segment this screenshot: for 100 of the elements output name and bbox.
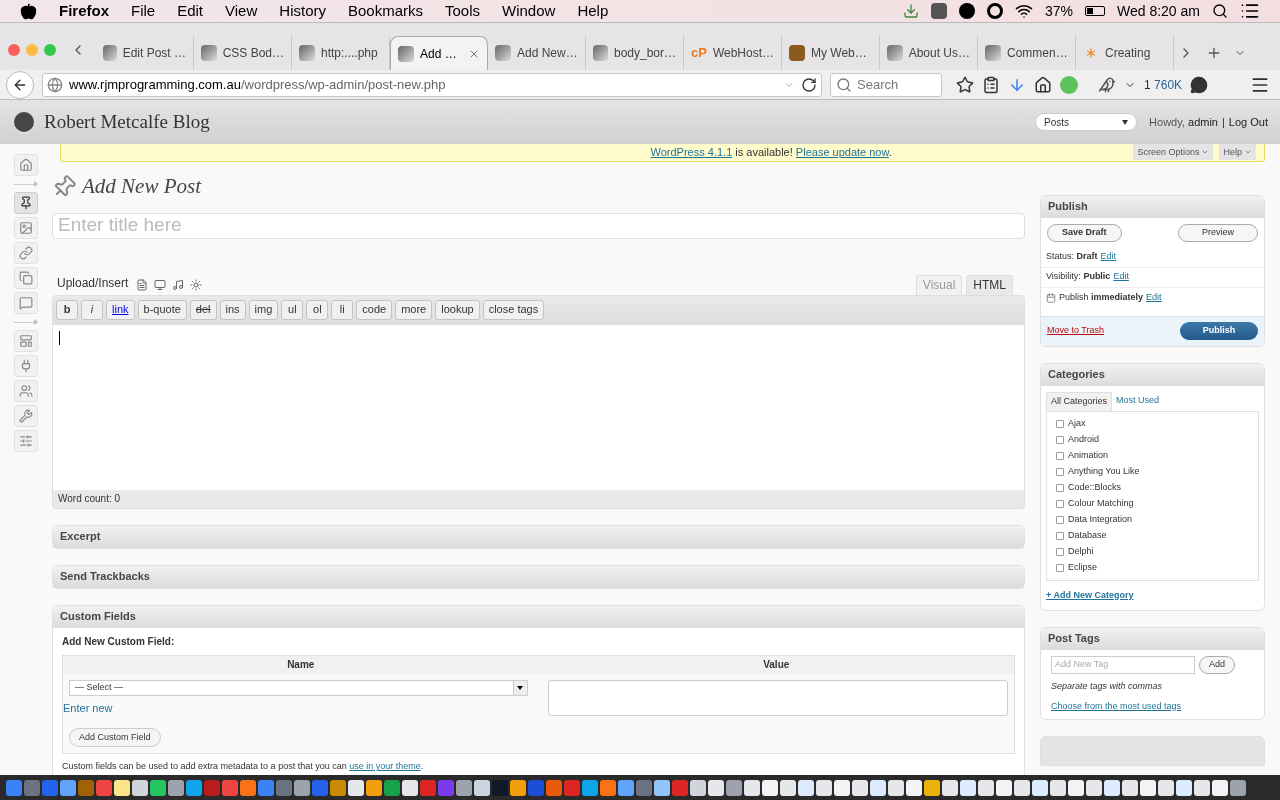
reload-icon[interactable]	[801, 76, 817, 93]
quicktag-button[interactable]: code	[356, 299, 393, 320]
edit-link[interactable]: Edit	[1113, 270, 1129, 284]
category-option[interactable]: Animation	[1056, 447, 1249, 464]
quicktag-button[interactable]: close tags	[482, 299, 545, 320]
dock-app-icon[interactable]	[852, 779, 868, 796]
dock-app-icon[interactable]	[1230, 779, 1246, 796]
add-media-icon[interactable]	[190, 278, 203, 291]
quicktag-button[interactable]: li	[331, 299, 354, 320]
save-draft-button[interactable]: Save Draft	[1047, 223, 1122, 242]
dock-app-icon[interactable]	[582, 779, 598, 796]
checkbox[interactable]	[1056, 531, 1064, 540]
category-option[interactable]: Data Integration	[1056, 511, 1249, 528]
dock-app-icon[interactable]	[132, 779, 148, 796]
dock-app-icon[interactable]	[1032, 779, 1048, 796]
dock-app-icon[interactable]	[942, 779, 958, 796]
dock-app-icon[interactable]	[474, 779, 490, 796]
clock[interactable]: Wed 8:20 am	[1117, 0, 1200, 22]
update-link[interactable]: Please update now	[795, 146, 889, 158]
new-tab-icon[interactable]	[1206, 45, 1222, 61]
quicktag-button[interactable]: del	[189, 299, 217, 320]
bird-icon[interactable]	[1098, 75, 1116, 94]
battery-icon[interactable]	[1085, 6, 1105, 16]
menu-item[interactable]: Help	[577, 0, 609, 23]
wifi-icon[interactable]	[1014, 2, 1033, 20]
dock-app-icon[interactable]	[150, 779, 166, 796]
postbox-header[interactable]: Send Trackbacks	[53, 565, 1024, 588]
quicktag-button[interactable]: ul	[281, 299, 304, 320]
download-icon[interactable]	[902, 3, 919, 19]
category-option[interactable]: Eclipse	[1056, 559, 1249, 576]
logout-link[interactable]: Log Out	[1228, 113, 1268, 131]
dock-app-icon[interactable]	[1086, 779, 1102, 796]
quicktag-button[interactable]: lookup	[435, 299, 480, 320]
dock-app-icon[interactable]	[1104, 779, 1120, 796]
version-link[interactable]: WordPress 4.1.1	[650, 146, 733, 158]
postbox-header[interactable]: Categories	[1041, 363, 1264, 386]
dock-app-icon[interactable]	[1194, 779, 1210, 796]
dock-app-icon[interactable]	[870, 779, 886, 796]
dock-app-icon[interactable]	[168, 779, 184, 796]
most-used-tags-link[interactable]: Choose from the most used tags	[1051, 699, 1254, 713]
checkbox[interactable]	[1056, 467, 1064, 476]
quicktag-button[interactable]: more	[395, 299, 433, 320]
wrench-menu-icon[interactable]	[14, 405, 38, 427]
dock-app-icon[interactable]	[690, 779, 706, 796]
dock-app-icon[interactable]	[726, 779, 742, 796]
dock-app-icon[interactable]	[780, 779, 796, 796]
screen-options-button[interactable]: Screen Options	[1133, 144, 1214, 161]
quicktag-button[interactable]: b	[56, 299, 78, 320]
postbox-header[interactable]: Custom Fields	[53, 605, 1024, 628]
dock-app-icon[interactable]	[1140, 779, 1156, 796]
quicktag-button[interactable]: b-quote	[137, 299, 187, 320]
menu-item[interactable]: History	[279, 0, 326, 23]
dock-app-icon[interactable]	[348, 779, 364, 796]
dock-app-icon[interactable]	[996, 779, 1012, 796]
theme-link[interactable]: use in your theme	[349, 761, 421, 771]
dock-app-icon[interactable]	[402, 779, 418, 796]
menu-item[interactable]: Tools	[445, 0, 481, 23]
bookmark-star-icon[interactable]	[956, 75, 974, 94]
category-option[interactable]: Anything You Like	[1056, 463, 1249, 480]
menu-item[interactable]: File	[131, 0, 156, 23]
address-field[interactable]: www.rjmprogramming.com.au/wordpress/wp-admin/post-new.php	[42, 72, 822, 97]
add-audio-icon[interactable]	[172, 278, 185, 291]
checkbox[interactable]	[1056, 563, 1064, 572]
editor-tab[interactable]: HTML	[966, 274, 1013, 295]
dock-app-icon[interactable]	[834, 779, 850, 796]
dock-app-icon[interactable]	[618, 779, 634, 796]
dock-app-icon[interactable]	[708, 779, 724, 796]
checkbox[interactable]	[1056, 515, 1064, 524]
checkbox[interactable]	[1056, 435, 1064, 444]
dock-app-icon[interactable]	[816, 779, 832, 796]
add-video-icon[interactable]	[154, 278, 167, 291]
dock-app-icon[interactable]	[888, 779, 904, 796]
dock-app-icon[interactable]	[366, 779, 382, 796]
category-option[interactable]: Database	[1056, 527, 1249, 544]
reading-list-icon[interactable]	[982, 75, 1000, 94]
home-icon[interactable]	[1034, 75, 1052, 94]
apple-icon[interactable]	[20, 2, 37, 20]
dock-app-icon[interactable]	[906, 779, 922, 796]
dock-app-icon[interactable]	[456, 779, 472, 796]
dock-app-icon[interactable]	[294, 779, 310, 796]
search-field[interactable]: Search	[830, 72, 942, 97]
name-select[interactable]: — Select —	[69, 679, 528, 696]
postbox-header[interactable]: Excerpt	[53, 525, 1024, 548]
quicktag-button[interactable]: i	[81, 299, 103, 320]
dock-app-icon[interactable]	[1050, 779, 1066, 796]
dock-app-icon[interactable]	[186, 779, 202, 796]
dock-app-icon[interactable]	[1068, 779, 1084, 796]
favorite-actions-dropdown[interactable]: Posts	[1035, 113, 1138, 131]
dock-app-icon[interactable]	[114, 779, 130, 796]
category-option[interactable]: Ajax	[1056, 415, 1249, 432]
quicktag-button[interactable]: ins	[219, 299, 246, 320]
edit-link[interactable]: Edit	[1100, 250, 1117, 264]
add-category-link[interactable]: + Add New Category	[1046, 580, 1259, 610]
postbox-header[interactable]: Publish	[1041, 195, 1264, 218]
category-option[interactable]: Delphi	[1056, 543, 1249, 560]
sliders-menu-icon[interactable]	[14, 430, 38, 452]
menu-item[interactable]: View	[225, 0, 258, 23]
pages-menu-icon[interactable]	[14, 267, 38, 289]
category-option[interactable]: Colour Matching	[1056, 495, 1249, 512]
add-tag-button[interactable]: Add	[1199, 656, 1235, 674]
